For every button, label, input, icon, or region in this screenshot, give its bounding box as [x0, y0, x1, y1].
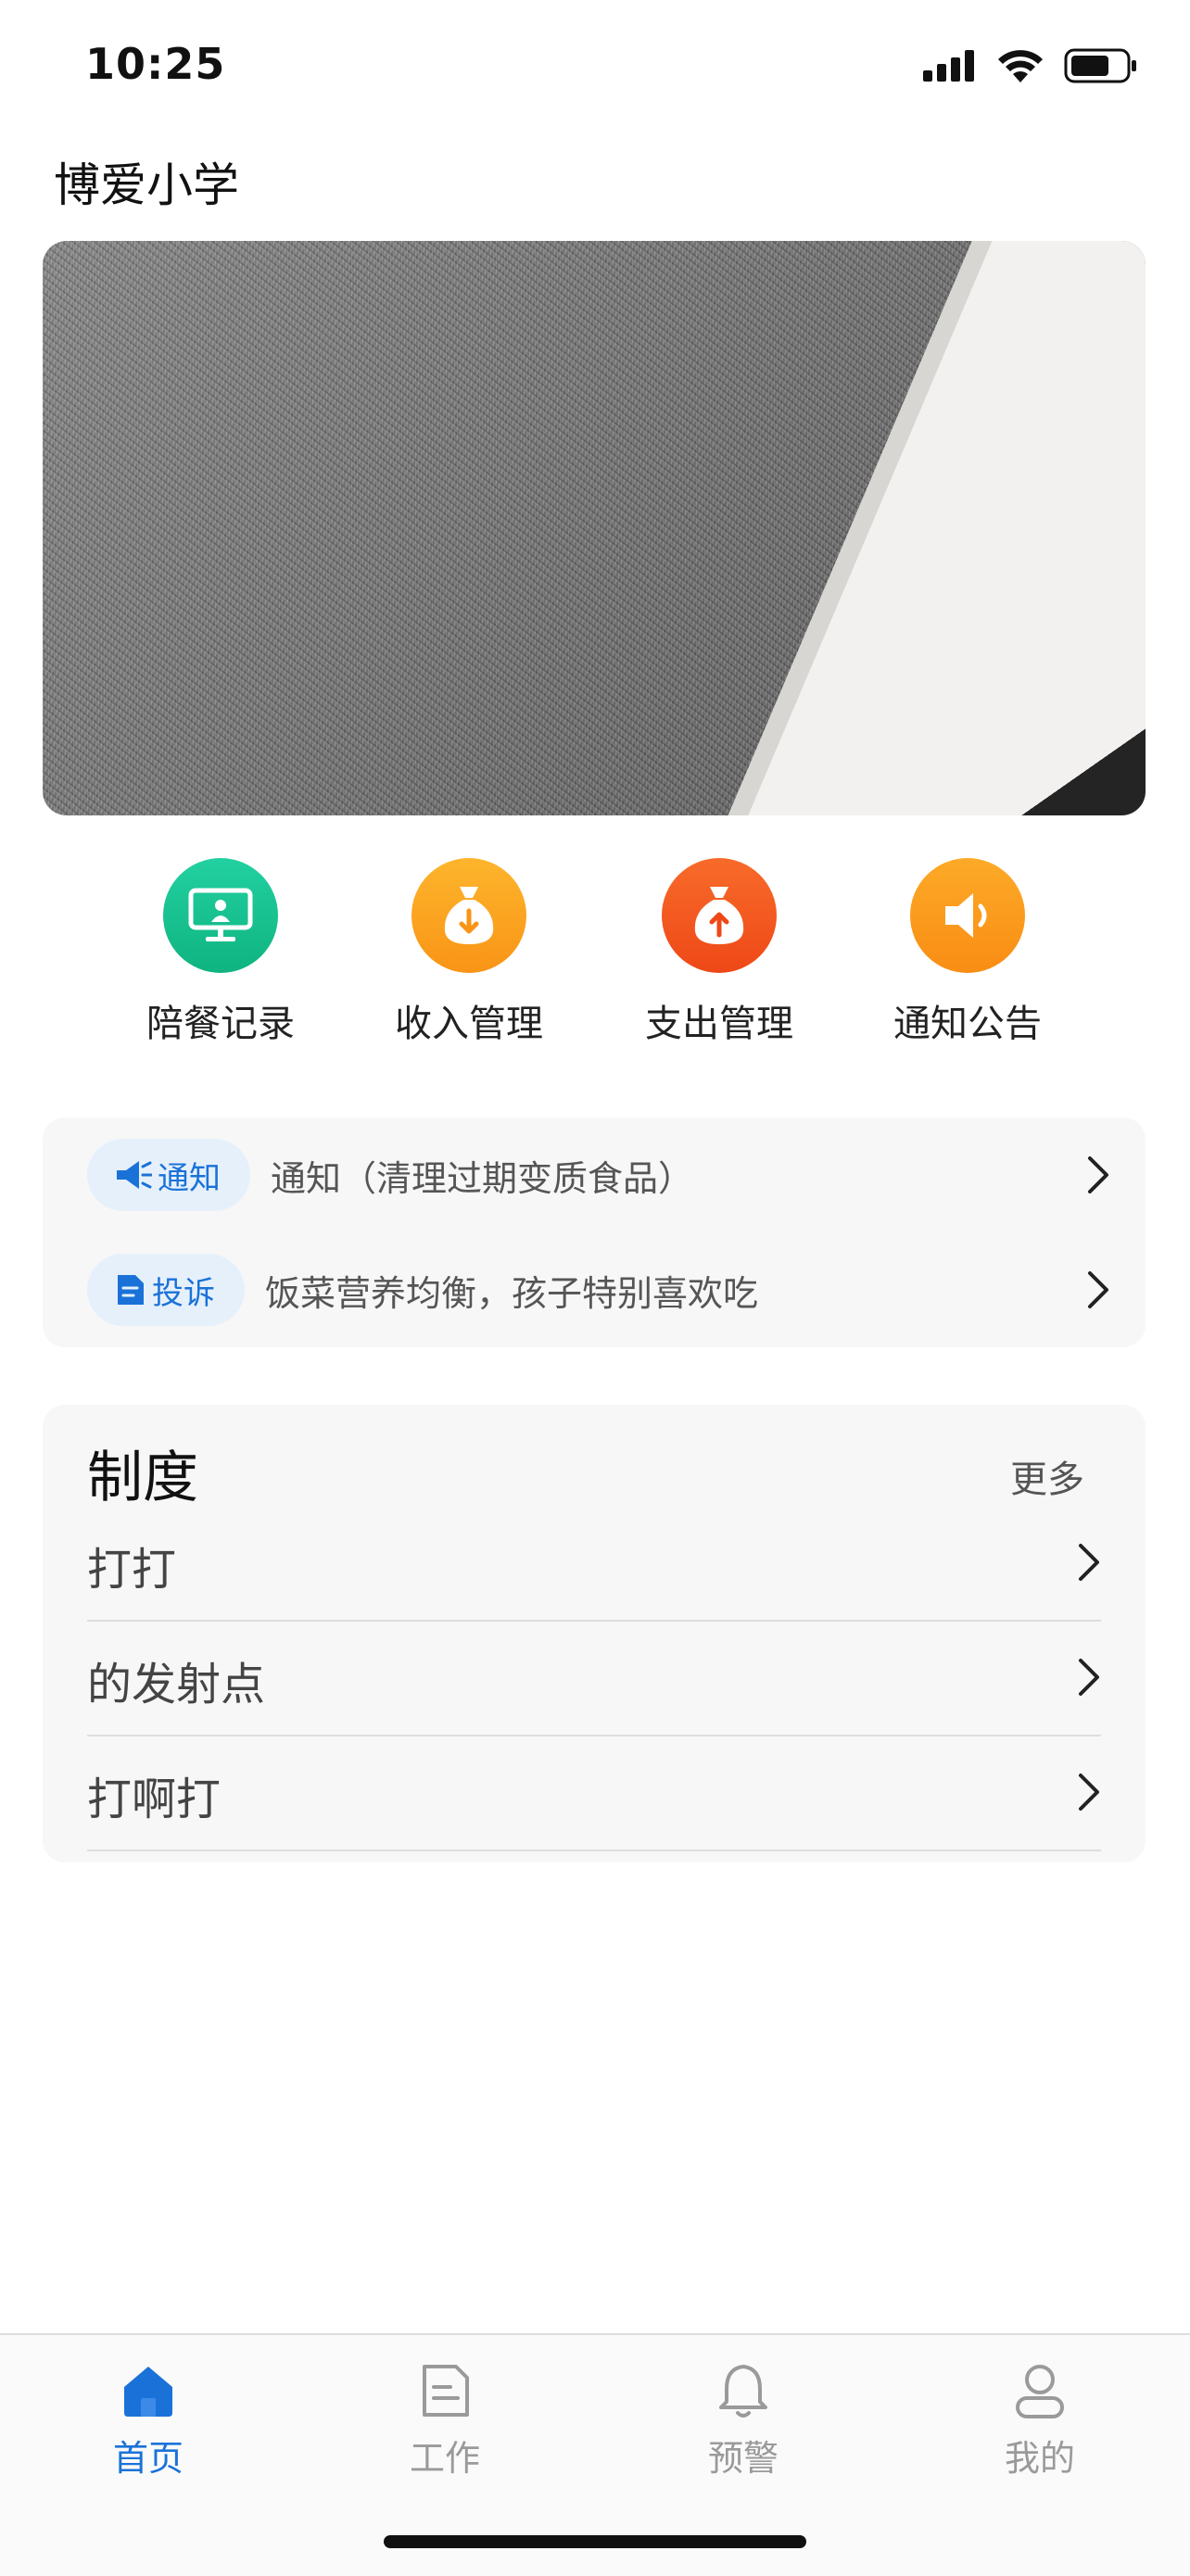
- status-time: 10:25: [85, 39, 226, 89]
- quick-action-label: 通知公告: [893, 1003, 1042, 1045]
- quick-action-announcement[interactable]: 通知公告: [875, 858, 1060, 1047]
- rule-item[interactable]: 打打: [87, 1505, 1101, 1622]
- chevron-right-icon: [1079, 1774, 1099, 1811]
- status-bar: 10:25: [0, 0, 1190, 139]
- rule-item-label: 的发射点: [87, 1659, 266, 1711]
- tab-label: 工作: [409, 2438, 480, 2479]
- chevron-right-icon: [1088, 1271, 1108, 1308]
- rules-title: 制度: [87, 1446, 198, 1510]
- work-doc-icon: [423, 2365, 469, 2417]
- megaphone-icon: [117, 1161, 152, 1189]
- rule-item-label: 打啊打: [87, 1774, 222, 1825]
- tab-work[interactable]: 工作: [352, 2361, 538, 2481]
- battery-icon: [1064, 48, 1136, 83]
- chevron-right-icon: [1079, 1659, 1099, 1696]
- notice-text: 饭菜营养均衡，孩子特别喜欢吃: [265, 1272, 759, 1314]
- rule-item[interactable]: 的发射点: [87, 1620, 1101, 1736]
- document-icon: [118, 1275, 144, 1305]
- cellular-signal-icon: [923, 50, 974, 82]
- wifi-icon: [998, 50, 1043, 82]
- tab-label: 预警: [707, 2438, 779, 2479]
- notice-badge-label: 投诉: [152, 1274, 215, 1312]
- banner-image[interactable]: [43, 241, 1146, 815]
- status-icons: [923, 48, 1138, 83]
- quick-action-expense[interactable]: 支出管理: [627, 858, 812, 1047]
- speaker-icon: [910, 858, 1025, 973]
- quick-action-label: 收入管理: [395, 1003, 543, 1045]
- bell-icon: [719, 2365, 767, 2418]
- banner-wall-edge: [43, 241, 1146, 815]
- tab-label: 我的: [1004, 2438, 1075, 2479]
- quick-action-label: 陪餐记录: [146, 1003, 295, 1045]
- rules-card: 制度 更多 打打 的发射点 打啊打: [43, 1405, 1146, 1863]
- notice-badge: 通知: [87, 1139, 250, 1211]
- user-icon: [1016, 2365, 1064, 2418]
- money-bag-up-icon: [662, 858, 777, 973]
- tab-home[interactable]: 首页: [56, 2361, 241, 2481]
- rule-item[interactable]: 打啊打: [87, 1735, 1101, 1851]
- home-icon: [124, 2367, 172, 2417]
- notice-row-complaint[interactable]: 投诉 饭菜营养均衡，孩子特别喜欢吃: [87, 1253, 1116, 1327]
- notice-card: 通知 通知（清理过期变质食品） 投诉 饭菜营养均衡，孩子特别喜欢吃: [43, 1118, 1146, 1347]
- quick-actions: 陪餐记录 收入管理 支出管理 通知公告: [0, 858, 1190, 1053]
- home-indicator[interactable]: [384, 2535, 806, 2548]
- monitor-icon: [163, 858, 278, 973]
- tab-profile[interactable]: 我的: [947, 2361, 1133, 2481]
- notice-text: 通知（清理过期变质食品）: [271, 1157, 694, 1199]
- tab-label: 首页: [112, 2438, 184, 2479]
- page-title: 博爱小学: [54, 158, 239, 212]
- chevron-right-icon: [1079, 1544, 1099, 1581]
- notice-row-notification[interactable]: 通知 通知（清理过期变质食品）: [87, 1138, 1116, 1212]
- rules-more-link[interactable]: 更多: [1010, 1449, 1084, 1503]
- quick-action-income[interactable]: 收入管理: [376, 858, 562, 1047]
- notice-badge: 投诉: [87, 1254, 245, 1326]
- notice-badge-label: 通知: [158, 1159, 221, 1197]
- quick-action-dining-record[interactable]: 陪餐记录: [128, 858, 313, 1047]
- tab-alerts[interactable]: 预警: [651, 2361, 836, 2481]
- chevron-right-icon: [1088, 1156, 1108, 1193]
- banner-dark-corner: [1016, 713, 1146, 815]
- money-bag-down-icon: [411, 858, 526, 973]
- rule-item-label: 打打: [87, 1544, 177, 1596]
- quick-action-label: 支出管理: [645, 1003, 793, 1045]
